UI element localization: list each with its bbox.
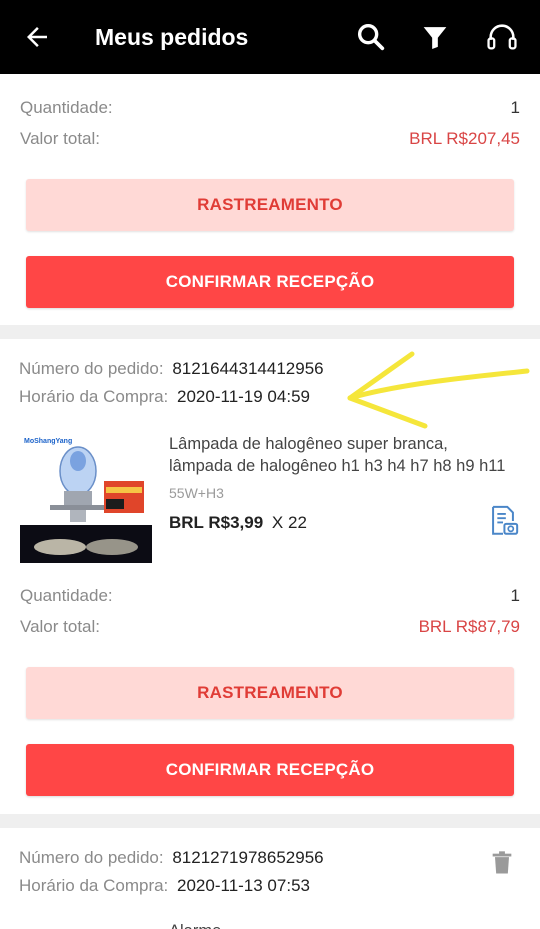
order-card: Número do pedido: 8121644314412956 Horár… [0,339,540,814]
product-name-line1: Lâmpada de halogêneo super branca, [169,435,448,453]
order-number: Número do pedido: 8121271978652956 [19,848,324,868]
purchase-time: Horário da Compra: 2020-11-13 07:53 [19,876,310,896]
order-number-label: Número do pedido: [19,359,164,378]
purchase-time-value: 2020-11-13 07:53 [177,876,310,895]
page-title: Meus pedidos [95,24,249,50]
order-number-value: 8121644314412956 [172,359,324,378]
tracking-button[interactable]: RASTREAMENTO [26,179,514,231]
purchase-time-value: 2020-11-19 04:59 [177,387,310,406]
quantity-label: Quantidade: [20,98,113,117]
product-name[interactable]: Alarme... [169,920,519,929]
order-card: Número do pedido: 8121271978652956 Horár… [0,828,540,929]
order-number-value: 8121271978652956 [172,848,324,867]
quantity-value: 1 [510,98,520,117]
unit-price: BRL R$3,99 [169,513,264,532]
product-price: BRL R$3,99 X 22 [169,513,307,533]
total-label: Valor total: [20,129,101,148]
svg-text:MoShangYang: MoShangYang [24,438,72,445]
product-name-line2: lâmpada de halogêneo h1 h3 h4 h7 h8 h9 h… [169,457,506,475]
arrow-left-icon[interactable] [22,22,52,52]
filter-icon[interactable] [418,20,452,54]
product-variant: 55W+H3 [169,485,224,501]
order-card: Quantidade: 1 Valor total: BRL R$207,45 … [0,74,540,325]
order-number: Número do pedido: 8121644314412956 [19,359,324,379]
product-image[interactable]: MoShangYang [20,431,152,563]
quantity-row: Quantidade: 1 [20,98,520,118]
headset-icon[interactable] [485,20,519,54]
quantity-value: 1 [510,586,520,605]
total-label: Valor total: [20,617,101,636]
tracking-button[interactable]: RASTREAMENTO [26,667,514,719]
purchase-time-label: Horário da Compra: [19,876,169,895]
quantity-label: Quantidade: [20,586,113,605]
trash-icon[interactable] [488,848,516,878]
total-value: BRL R$207,45 [409,129,520,148]
total-value: BRL R$87,79 [418,617,520,636]
confirm-receipt-button[interactable]: CONFIRMAR RECEPÇÃO [26,256,514,308]
total-row: Valor total: BRL R$207,45 [20,129,520,149]
search-icon[interactable] [354,20,388,54]
app-bar: Meus pedidos [0,0,540,74]
invoice-camera-icon[interactable] [486,504,520,538]
halogen-bulb-image: MoShangYang [20,431,152,563]
total-row: Valor total: BRL R$87,79 [20,617,520,637]
product-name-line1: Alarme... [169,920,519,929]
confirm-receipt-button[interactable]: CONFIRMAR RECEPÇÃO [26,744,514,796]
product-qty: X 22 [271,513,307,532]
quantity-row: Quantidade: 1 [20,586,520,606]
purchase-time-label: Horário da Compra: [19,387,169,406]
order-number-label: Número do pedido: [19,848,164,867]
product-name[interactable]: Lâmpada de halogêneo super branca, lâmpa… [169,433,519,477]
purchase-time: Horário da Compra: 2020-11-19 04:59 [19,387,310,407]
